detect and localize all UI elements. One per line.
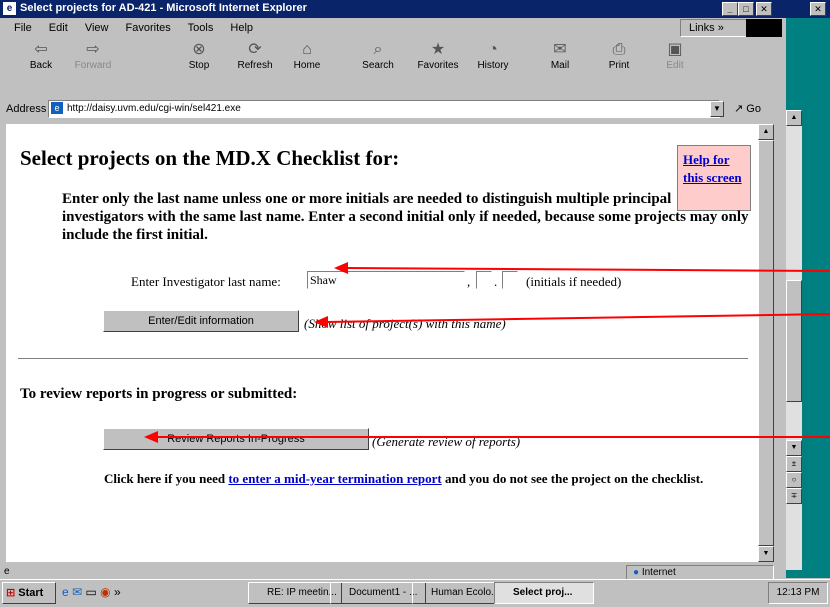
arrow-head-enter-button (314, 316, 328, 328)
arrow-head-review-button (144, 431, 158, 443)
annotation-arrows (144, 262, 830, 443)
arrow-to-last-name (345, 267, 830, 272)
arrow-to-enter-button (325, 313, 830, 323)
arrow-head-last-name (334, 262, 348, 274)
